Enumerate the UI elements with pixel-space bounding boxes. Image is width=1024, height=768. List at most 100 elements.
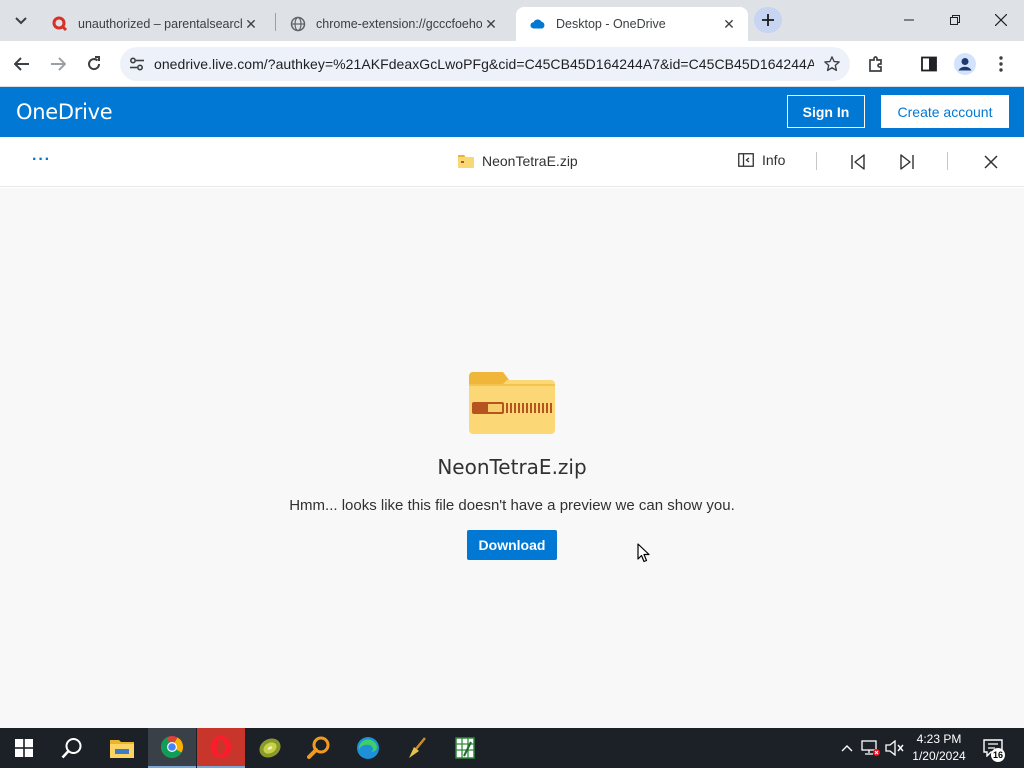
tab-close-icon[interactable]: ✕ bbox=[482, 15, 500, 33]
restore-icon bbox=[950, 15, 960, 25]
reload-button[interactable] bbox=[80, 50, 108, 78]
kebab-menu-icon bbox=[999, 56, 1003, 72]
broom-icon bbox=[409, 737, 426, 758]
taskbar-chrome[interactable] bbox=[148, 728, 196, 768]
magnifier-icon bbox=[307, 736, 330, 759]
windows-taskbar: 4:23 PM 1/20/2024 bbox=[0, 728, 1024, 768]
profile-button[interactable] bbox=[951, 50, 979, 78]
volume-status[interactable] bbox=[884, 728, 906, 768]
tab-close-icon[interactable]: ✕ bbox=[720, 15, 738, 33]
skip-next-icon bbox=[900, 154, 914, 170]
no-preview-message: Hmm... looks like this file doesn't have… bbox=[289, 497, 735, 514]
zip-folder-icon bbox=[469, 372, 555, 434]
onedrive-header: OneDrive Sign In Create account bbox=[0, 87, 1024, 137]
address-bar-url[interactable]: onedrive.live.com/?authkey=%21AKFdeaxGcL… bbox=[154, 56, 814, 72]
close-window-button[interactable] bbox=[978, 0, 1024, 40]
arrow-right-icon bbox=[51, 57, 66, 71]
taskbar-clock[interactable]: 4:23 PM 1/20/2024 bbox=[906, 731, 972, 765]
tab-search-button[interactable] bbox=[8, 8, 34, 34]
spreadsheet-icon bbox=[455, 737, 475, 759]
chevron-down-icon bbox=[15, 17, 27, 25]
zip-folder-icon bbox=[458, 154, 474, 168]
notification-count-badge: 16 bbox=[991, 748, 1005, 762]
minimize-button[interactable] bbox=[886, 0, 932, 40]
viewer-command-bar: ··· NeonTetraE.zip Info bbox=[0, 137, 1024, 187]
tab-chrome-extension[interactable]: chrome-extension://gcccfoeho ✕ bbox=[276, 7, 510, 41]
download-button[interactable]: Download bbox=[467, 530, 557, 560]
start-icon bbox=[15, 739, 33, 757]
tab-onedrive[interactable]: Desktop - OneDrive ✕ bbox=[516, 7, 748, 41]
site-info-icon[interactable] bbox=[120, 57, 154, 71]
profile-avatar-icon bbox=[954, 53, 976, 75]
action-center-button[interactable] bbox=[980, 728, 1006, 768]
browser-toolbar: onedrive.live.com/?authkey=%21AKFdeaxGcL… bbox=[0, 41, 1024, 87]
info-label: Info bbox=[762, 152, 786, 168]
command-separator bbox=[947, 152, 948, 170]
reload-icon bbox=[88, 56, 101, 71]
taskbar-search-button[interactable] bbox=[48, 728, 96, 768]
create-account-button[interactable]: Create account bbox=[881, 95, 1009, 128]
globe-icon bbox=[290, 16, 306, 32]
file-name-heading: NeonTetraE.zip bbox=[437, 455, 587, 479]
clock-date: 1/20/2024 bbox=[912, 749, 966, 763]
chevron-up-icon bbox=[841, 745, 853, 752]
edge-icon bbox=[357, 737, 379, 759]
more-actions-button[interactable]: ··· bbox=[32, 151, 51, 169]
address-bar[interactable]: onedrive.live.com/?authkey=%21AKFdeaxGcL… bbox=[120, 47, 850, 81]
chrome-menu-button[interactable] bbox=[987, 50, 1015, 78]
speaker-muted-icon bbox=[885, 740, 904, 756]
file-header: NeonTetraE.zip bbox=[458, 153, 578, 169]
close-viewer-button[interactable] bbox=[981, 152, 1001, 172]
tab-parentalsearch[interactable]: unauthorized – parentalsearch. ✕ bbox=[38, 7, 270, 41]
restore-button[interactable] bbox=[932, 0, 978, 40]
taskbar-spreadsheet[interactable] bbox=[441, 728, 489, 768]
side-panel-button[interactable] bbox=[915, 50, 943, 78]
back-button[interactable] bbox=[8, 50, 36, 78]
tab-title: unauthorized – parentalsearch. bbox=[78, 17, 242, 31]
chrome-icon bbox=[161, 736, 183, 758]
file-header-name: NeonTetraE.zip bbox=[482, 153, 578, 169]
search-icon bbox=[61, 738, 82, 759]
opera-icon bbox=[211, 736, 231, 758]
file-explorer-icon bbox=[110, 740, 134, 758]
bookmark-star-icon[interactable] bbox=[814, 55, 850, 73]
network-icon bbox=[861, 740, 880, 756]
close-icon bbox=[995, 14, 1007, 26]
mouse-cursor-icon bbox=[637, 543, 650, 563]
side-panel-icon bbox=[921, 56, 937, 72]
start-button[interactable] bbox=[0, 728, 48, 768]
show-hidden-icons-button[interactable] bbox=[838, 728, 856, 768]
search-favicon-icon bbox=[52, 16, 68, 32]
tab-close-icon[interactable]: ✕ bbox=[242, 15, 260, 33]
tab-strip: unauthorized – parentalsearch. ✕ chrome-… bbox=[0, 0, 1024, 41]
close-icon bbox=[984, 155, 998, 169]
info-button[interactable]: Info bbox=[738, 152, 785, 168]
extensions-button[interactable] bbox=[862, 50, 890, 78]
sign-in-button[interactable]: Sign In bbox=[787, 95, 865, 128]
taskbar-file-explorer[interactable] bbox=[98, 728, 146, 768]
new-tab-button[interactable] bbox=[754, 7, 782, 33]
taskbar-opera[interactable] bbox=[197, 728, 245, 768]
taskbar-magnifier-app[interactable] bbox=[295, 728, 343, 768]
minimize-icon bbox=[904, 19, 914, 21]
plus-icon bbox=[762, 14, 774, 26]
taskbar-edge[interactable] bbox=[344, 728, 392, 768]
kiwi-icon bbox=[259, 738, 281, 758]
file-preview-area: NeonTetraE.zip Hmm... looks like this fi… bbox=[0, 188, 1024, 728]
onedrive-cloud-icon bbox=[530, 16, 546, 32]
tab-title: Desktop - OneDrive bbox=[556, 17, 666, 31]
onedrive-logo[interactable]: OneDrive bbox=[16, 100, 113, 124]
previous-file-button[interactable] bbox=[848, 152, 868, 172]
command-separator bbox=[816, 152, 817, 170]
arrow-left-icon bbox=[14, 57, 29, 71]
tab-title: chrome-extension://gcccfoeho bbox=[316, 17, 482, 31]
clock-time: 4:23 PM bbox=[916, 732, 962, 746]
taskbar-cleaner[interactable] bbox=[393, 728, 441, 768]
info-panel-icon bbox=[738, 153, 754, 167]
network-status[interactable] bbox=[860, 728, 882, 768]
skip-previous-icon bbox=[851, 154, 865, 170]
puzzle-icon bbox=[869, 56, 882, 72]
taskbar-kiwi[interactable] bbox=[246, 728, 294, 768]
forward-button[interactable] bbox=[44, 50, 72, 78]
next-file-button[interactable] bbox=[897, 152, 917, 172]
